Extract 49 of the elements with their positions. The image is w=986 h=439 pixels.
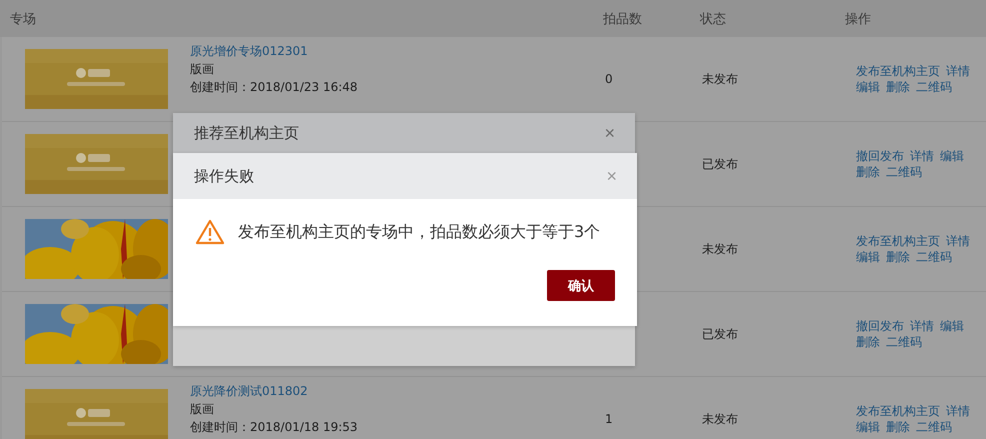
action-link[interactable]: 详情 — [946, 233, 970, 249]
status-text: 未发布 — [702, 72, 738, 86]
action-link[interactable]: 详情 — [946, 63, 970, 79]
action-link[interactable]: 二维码 — [916, 249, 952, 265]
action-link[interactable]: 二维码 — [886, 164, 922, 180]
error-message: 发布至机构主页的专场中，拍品数必须大于等于3个 — [238, 222, 600, 242]
created-time-text: 创建时间：2018/01/18 19:53 — [190, 419, 358, 436]
warning-icon — [195, 219, 225, 245]
close-button[interactable]: × — [606, 166, 617, 186]
action-link[interactable]: 撤回发布 — [856, 148, 904, 164]
action-link[interactable]: 删除 — [886, 249, 910, 265]
action-link[interactable]: 编辑 — [856, 249, 880, 265]
confirm-button[interactable]: 确认 — [547, 270, 615, 301]
action-link[interactable]: 编辑 — [940, 318, 964, 334]
action-link[interactable]: 二维码 — [916, 79, 952, 95]
action-link[interactable]: 编辑 — [856, 79, 880, 95]
action-link[interactable]: 撤回发布 — [856, 318, 904, 334]
action-link[interactable]: 详情 — [946, 403, 970, 419]
item-count: 1 — [605, 412, 613, 426]
column-header: 拍品数 — [602, 10, 643, 28]
column-header: 状态 — [698, 10, 727, 28]
action-link[interactable]: 删除 — [886, 419, 910, 435]
category-text: 版画 — [190, 61, 215, 78]
action-link[interactable]: 删除 — [856, 334, 880, 350]
item-count: 0 — [605, 72, 613, 86]
dialog-title: 推荐至机构主页 — [194, 124, 299, 142]
action-link[interactable]: 二维码 — [916, 419, 952, 435]
status-text: 未发布 — [702, 412, 738, 426]
auction-title-link[interactable]: 原光增价专场012301 — [190, 42, 358, 60]
action-link[interactable]: 编辑 — [940, 148, 964, 164]
auction-title-link[interactable]: 原光降价测试011802 — [190, 382, 358, 400]
action-link[interactable]: 二维码 — [886, 334, 922, 350]
action-link[interactable]: 编辑 — [856, 419, 880, 435]
action-link[interactable]: 详情 — [910, 148, 934, 164]
column-header: 操作 — [845, 10, 872, 28]
action-link[interactable]: 删除 — [886, 79, 910, 95]
status-text: 已发布 — [702, 326, 738, 340]
created-time-text: 创建时间：2018/01/23 16:48 — [190, 79, 358, 96]
category-text: 版画 — [190, 401, 215, 418]
status-text: 已发布 — [702, 156, 738, 170]
column-header: 专场 — [9, 10, 37, 28]
status-text: 未发布 — [702, 242, 738, 256]
action-link[interactable]: 删除 — [856, 164, 880, 180]
action-link[interactable]: 发布至机构主页 — [856, 403, 940, 419]
action-link[interactable]: 发布至机构主页 — [856, 233, 940, 249]
close-button[interactable]: × — [604, 123, 615, 143]
dialog-title: 操作失败 — [194, 166, 254, 186]
action-link[interactable]: 发布至机构主页 — [856, 63, 940, 79]
action-link[interactable]: 详情 — [910, 318, 934, 334]
